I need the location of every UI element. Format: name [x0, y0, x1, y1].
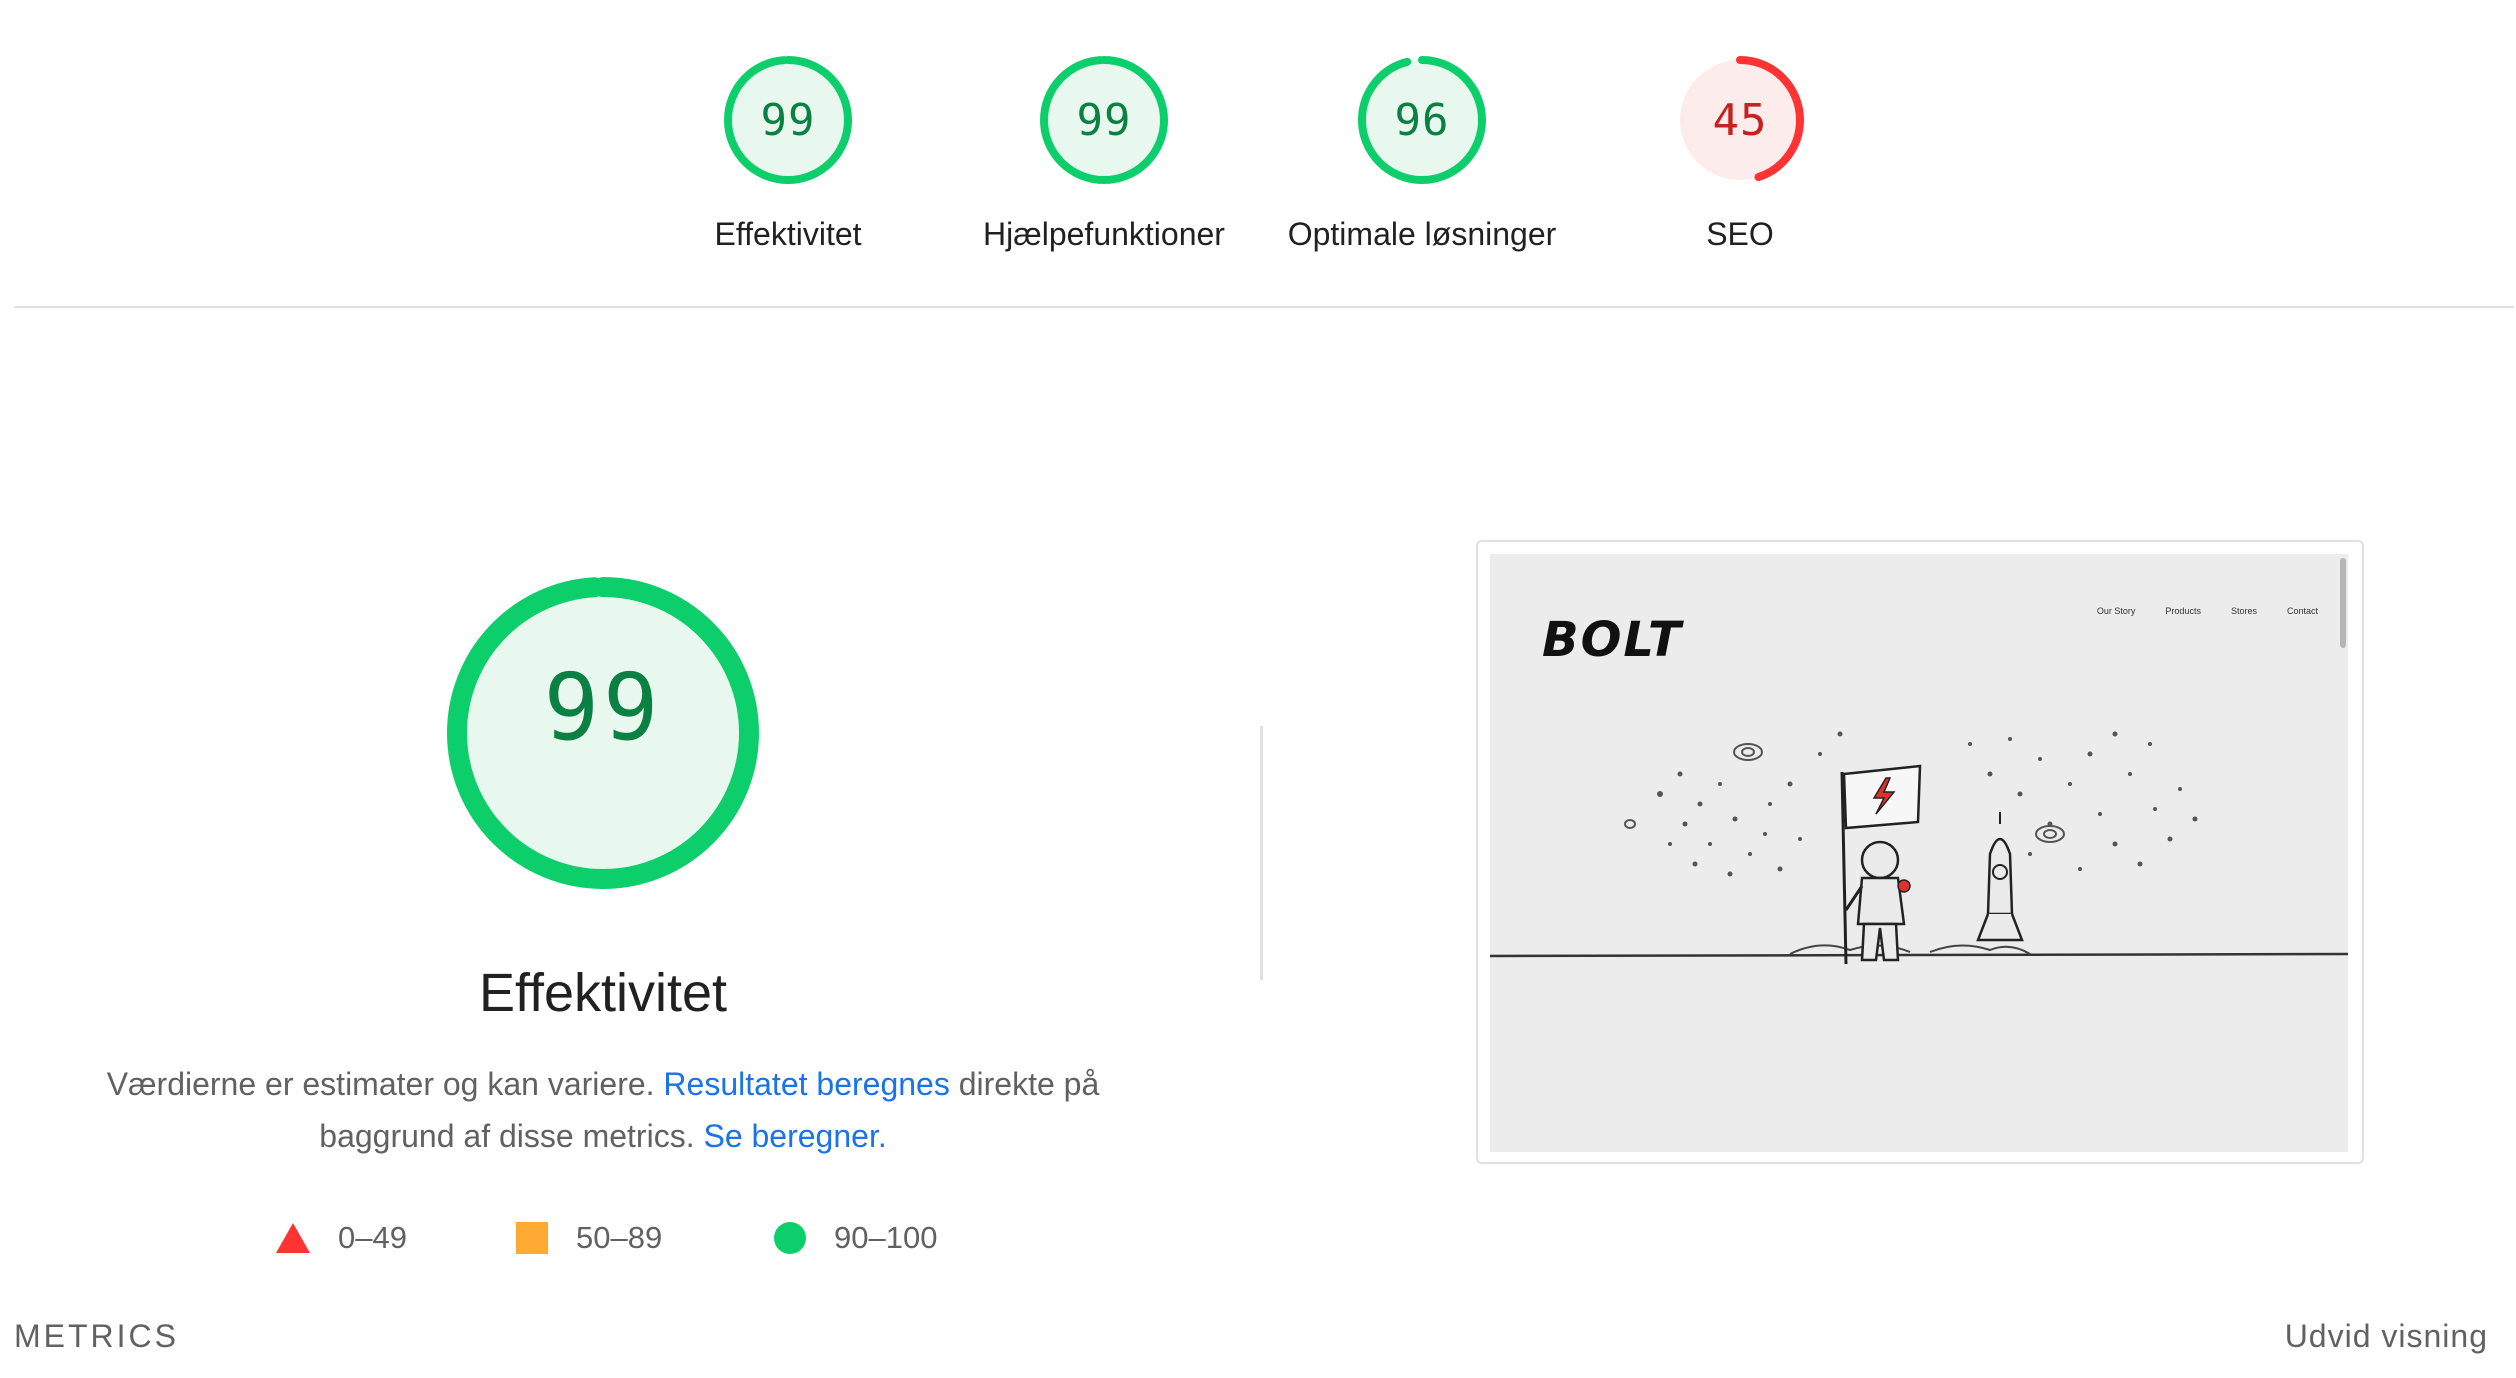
- legend-item-pass: 90–100: [774, 1214, 937, 1262]
- screenshot-scrollbar: [2340, 558, 2346, 648]
- calculator-link[interactable]: Se beregner.: [703, 1118, 886, 1154]
- legend-range: 0–49: [338, 1220, 407, 1255]
- screenshot-image: BOLT Our Story Products Stores Contact: [1490, 554, 2348, 1152]
- gauge-performance[interactable]: 99 Effektivitet: [618, 52, 958, 253]
- gauge-ring: 45: [1672, 52, 1808, 188]
- final-screenshot[interactable]: BOLT Our Story Products Stores Contact: [1476, 540, 2364, 1164]
- expand-view-toggle[interactable]: Udvid visning: [2285, 1318, 2488, 1355]
- astronaut-illustration: [1490, 731, 2348, 965]
- screenshot-nav-item: Contact: [2286, 606, 2318, 616]
- legend-item-average: 50–89: [516, 1214, 662, 1262]
- screenshot-nav: Our Story Products Stores Contact: [2097, 606, 2318, 616]
- vertical-separator: [1260, 726, 1263, 980]
- gauge-ring: 99: [1036, 52, 1172, 188]
- gauge-accessibility[interactable]: 99 Hjælpefunktioner: [934, 52, 1274, 253]
- gauge-label: SEO: [1706, 216, 1774, 252]
- screenshot-nav-item: Our Story: [2096, 606, 2136, 616]
- legend-item-fail: 0–49: [276, 1214, 407, 1262]
- category-gauges: 99 Effektivitet 99 Hjælpefunktioner 96 O…: [0, 0, 2516, 300]
- gauge-label: Hjælpefunktioner: [983, 216, 1225, 252]
- gauge-seo[interactable]: 45 SEO: [1570, 52, 1910, 253]
- performance-score: 99: [543, 653, 663, 761]
- performance-description: Værdierne er estimater og kan variere. R…: [80, 1058, 1126, 1162]
- triangle-icon: [276, 1223, 310, 1253]
- gauge-label: Optimale løsninger: [1287, 216, 1557, 252]
- gauge-ring: 99: [720, 52, 856, 188]
- legend-range: 50–89: [576, 1220, 663, 1255]
- gauge-label: Effektivitet: [714, 216, 862, 252]
- metrics-heading: METRICS: [14, 1318, 179, 1354]
- performance-title: Effektivitet: [478, 963, 728, 1023]
- lighthouse-report: 99 Effektivitet 99 Hjælpefunktioner 96 O…: [0, 0, 2516, 1378]
- gauge-best-practices[interactable]: 96 Optimale løsninger: [1252, 52, 1592, 253]
- square-icon: [516, 1222, 548, 1254]
- gauge-score: 45: [1712, 94, 1768, 146]
- desc-text: Værdierne er estimater og kan variere.: [106, 1066, 664, 1102]
- screenshot-nav-item: Stores: [2230, 606, 2257, 616]
- gauge-score: 99: [1076, 94, 1132, 146]
- screenshot-nav-item: Products: [2165, 606, 2201, 616]
- section-divider: [14, 306, 2514, 308]
- gauge-score: 96: [1394, 94, 1450, 146]
- bolt-logo: BOLT: [1542, 612, 1683, 668]
- calculated-link[interactable]: Resultatet beregnes: [663, 1066, 949, 1102]
- circle-icon: [774, 1222, 806, 1254]
- gauge-ring: 96: [1354, 52, 1490, 188]
- legend-range: 90–100: [834, 1220, 938, 1255]
- gauge-score: 99: [760, 94, 816, 146]
- performance-gauge: 99: [444, 574, 762, 892]
